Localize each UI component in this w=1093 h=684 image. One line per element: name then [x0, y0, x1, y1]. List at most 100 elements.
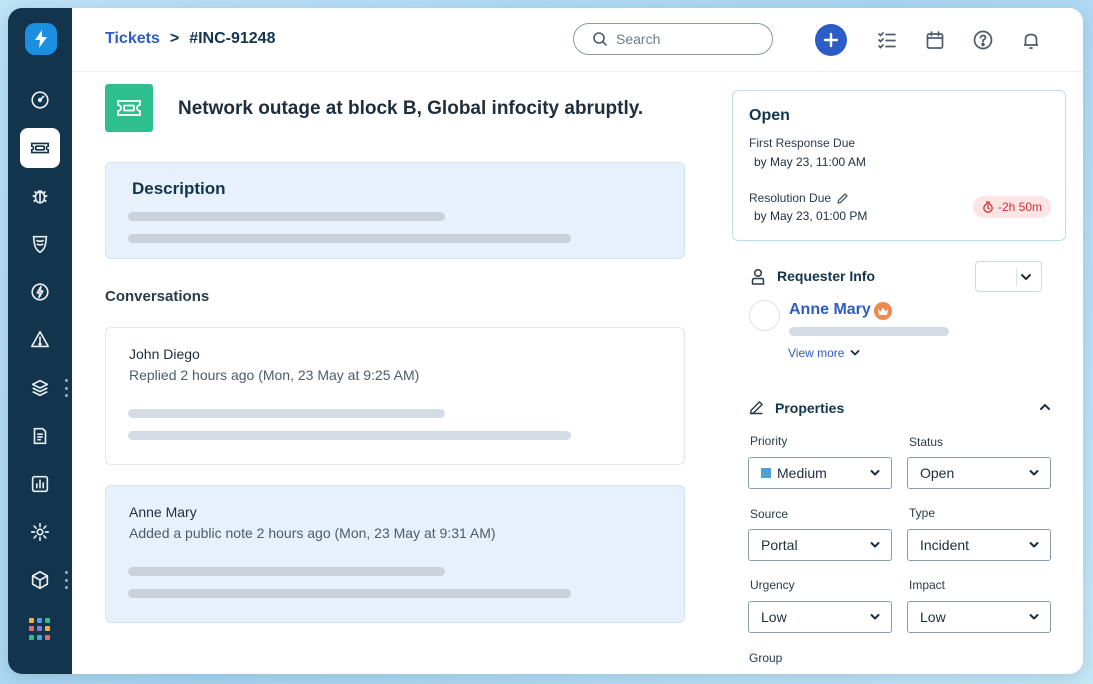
cmdb-more-icon[interactable] [64, 571, 68, 589]
conversation-note-item[interactable]: Anne Mary Added a public note 2 hours ag… [105, 485, 685, 623]
add-new-button[interactable] [815, 24, 847, 56]
source-select[interactable]: Portal [748, 529, 892, 561]
status-select[interactable]: Open [907, 457, 1051, 489]
status-label: Status [909, 435, 944, 449]
properties-heading: Properties [775, 400, 845, 416]
type-value: Incident [920, 537, 970, 553]
source-value: Portal [761, 537, 798, 553]
conversation-meta: Added a public note 2 hours ago (Mon, 23… [129, 525, 496, 541]
help-icon [973, 30, 993, 50]
chevron-down-icon [1021, 274, 1031, 280]
solutions-icon[interactable] [20, 416, 60, 456]
dashboard-icon[interactable] [20, 80, 60, 120]
type-select[interactable]: Incident [907, 529, 1051, 561]
logo-icon[interactable] [25, 23, 57, 55]
view-more-link[interactable]: View more [788, 346, 860, 360]
impact-select[interactable]: Low [907, 601, 1051, 633]
chevron-down-icon [851, 350, 860, 356]
description-placeholder-line [128, 234, 571, 243]
todo-list-button[interactable] [871, 24, 903, 56]
chevron-up-icon[interactable] [1038, 402, 1052, 412]
ticket-title: Network outage at block B, Global infoci… [178, 98, 644, 119]
priority-label: Priority [750, 434, 788, 448]
plus-icon [823, 32, 839, 48]
chevron-down-icon [1029, 470, 1039, 476]
settings-icon[interactable] [20, 512, 60, 552]
calendar-icon [926, 31, 944, 49]
checklist-icon [878, 32, 896, 49]
urgency-label: Urgency [750, 578, 795, 592]
search-input[interactable]: Search [573, 23, 773, 55]
overdue-time: -2h 50m [998, 200, 1043, 214]
reports-icon[interactable] [20, 464, 60, 504]
assets-icon[interactable] [20, 368, 60, 408]
timer-icon [983, 201, 993, 213]
conversation-placeholder-line [128, 431, 571, 440]
breadcrumb-tickets-link[interactable]: Tickets [105, 30, 160, 48]
sidebar [8, 8, 72, 674]
edit-pencil-icon[interactable] [836, 192, 849, 205]
urgency-value: Low [761, 609, 787, 625]
edit-pencil-icon [749, 401, 763, 415]
cmdb-icon[interactable] [20, 560, 60, 600]
group-label: Group [749, 651, 783, 665]
source-label: Source [750, 507, 789, 521]
chevron-down-icon [1029, 542, 1039, 548]
conversation-author: John Diego [129, 346, 200, 362]
requester-actions-dropdown[interactable] [975, 261, 1042, 292]
app-window: Tickets > #INC-91248 Search Network outa… [8, 8, 1083, 674]
avatar [749, 300, 780, 331]
help-button[interactable] [967, 24, 999, 56]
ticket-type-icon [105, 84, 153, 132]
view-more-label: View more [788, 346, 845, 360]
impact-label: Impact [909, 578, 946, 592]
breadcrumb-ticket-id: #INC-91248 [189, 30, 276, 47]
first-response-label: First Response Due [749, 136, 856, 150]
breadcrumb-separator: > [169, 30, 180, 47]
tickets-icon[interactable] [20, 128, 60, 168]
description-card: Description [105, 162, 685, 259]
resolution-due-value: by May 23, 01:00 PM [754, 209, 868, 223]
assets-more-icon[interactable] [64, 379, 68, 397]
requester-name-link[interactable]: Anne Mary [789, 301, 871, 319]
search-placeholder: Search [616, 31, 661, 47]
resolution-due-label: Resolution Due [749, 191, 832, 205]
conversation-item[interactable]: John Diego Replied 2 hours ago (Mon, 23 … [105, 327, 685, 465]
status-value: Open [920, 465, 955, 481]
bell-icon [1024, 33, 1038, 50]
requester-placeholder-line [789, 327, 949, 336]
conversation-author: Anne Mary [129, 504, 197, 520]
alerts-icon[interactable] [20, 320, 60, 360]
sla-status-card: Open First Response Due by May 23, 11:00… [732, 90, 1066, 241]
conversation-placeholder-line [128, 589, 571, 598]
apps-grid-icon[interactable] [29, 618, 51, 640]
first-response-value: by May 23, 11:00 AM [754, 155, 866, 169]
breadcrumb: Tickets > #INC-91248 [105, 30, 275, 48]
conversation-meta: Replied 2 hours ago (Mon, 23 May at 9:25… [129, 367, 420, 383]
overdue-badge: -2h 50m [973, 196, 1052, 218]
resolution-due-row: Resolution Due [749, 191, 849, 205]
ticket-status: Open [749, 107, 790, 124]
description-heading: Description [132, 179, 226, 198]
changes-icon[interactable] [20, 224, 60, 264]
impact-value: Low [920, 609, 946, 625]
chevron-down-icon [870, 614, 880, 620]
priority-color-swatch [761, 468, 771, 478]
releases-icon[interactable] [20, 272, 60, 312]
user-icon [751, 268, 765, 285]
chevron-down-icon [870, 542, 880, 548]
conversations-heading: Conversations [105, 288, 210, 305]
description-placeholder-line [128, 212, 445, 221]
priority-select[interactable]: Medium [748, 457, 892, 489]
problems-icon[interactable] [20, 176, 60, 216]
requester-info-heading: Requester Info [777, 268, 876, 284]
chevron-down-icon [1029, 614, 1039, 620]
conversation-placeholder-line [128, 409, 445, 418]
priority-value: Medium [777, 465, 827, 481]
notifications-button[interactable] [1015, 24, 1047, 56]
calendar-button[interactable] [919, 24, 951, 56]
top-header: Tickets > #INC-91248 Search [72, 8, 1083, 72]
vip-crown-icon [874, 302, 892, 320]
conversation-placeholder-line [128, 567, 445, 576]
urgency-select[interactable]: Low [748, 601, 892, 633]
